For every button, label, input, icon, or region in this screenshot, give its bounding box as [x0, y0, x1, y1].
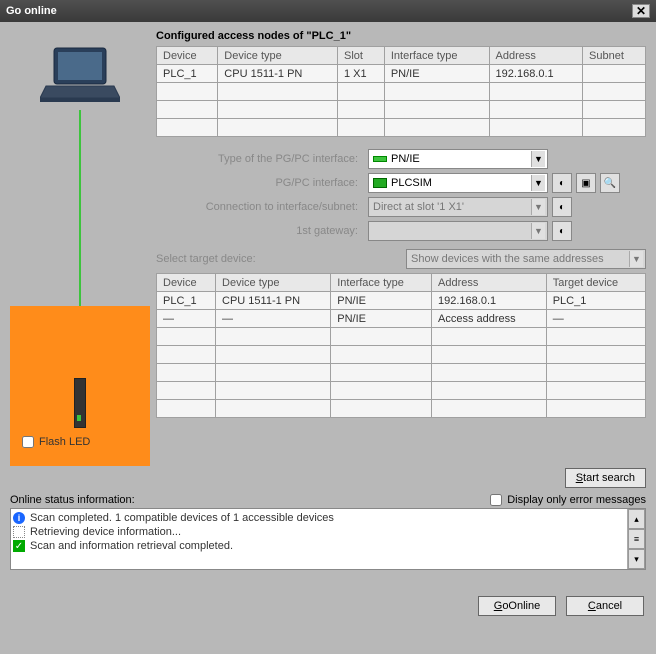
select-target-label: Select target device:	[156, 253, 256, 265]
type-interface-label: Type of the PG/PC interface:	[156, 153, 364, 165]
connection-label: Connection to interface/subnet:	[156, 201, 364, 213]
configured-nodes-label: Configured access nodes of "PLC_1"	[156, 30, 646, 42]
table-row	[157, 382, 646, 400]
th-device-type: Device type	[218, 47, 338, 65]
cancel-button[interactable]: Cancel	[566, 596, 644, 616]
flash-led-label: Flash LED	[39, 436, 90, 448]
window-title: Go online	[6, 5, 57, 17]
table-row	[157, 119, 646, 137]
go-online-button[interactable]: GoOnline	[478, 596, 556, 616]
status-list: i Scan completed. 1 compatible devices o…	[10, 508, 646, 570]
scroll-up-button[interactable]: ▴	[628, 509, 645, 529]
only-errors-input[interactable]	[490, 494, 502, 506]
table-row	[157, 364, 646, 382]
chevron-down-icon: ▼	[531, 175, 545, 191]
chevron-down-icon: ▼	[531, 151, 545, 167]
target-devices-table: Device Device type Interface type Addres…	[156, 273, 646, 418]
table-row[interactable]: PLC_1 CPU 1511-1 PN PN/IE 192.168.0.1 PL…	[157, 292, 646, 310]
th-device-type: Device type	[216, 274, 331, 292]
close-icon[interactable]: ✕	[632, 4, 650, 18]
status-label: Online status information:	[10, 494, 135, 506]
only-errors-checkbox[interactable]: Display only error messages	[490, 494, 646, 506]
refresh-icon[interactable]: ◐	[552, 221, 572, 241]
th-address: Address	[432, 274, 547, 292]
refresh-icon[interactable]: ◐	[552, 173, 572, 193]
pgpc-interface-select[interactable]: PLCSIM ▼	[368, 173, 548, 193]
gateway-label: 1st gateway:	[156, 225, 364, 237]
plcsim-icon	[373, 178, 387, 188]
check-icon: ✓	[13, 540, 25, 552]
th-device: Device	[157, 47, 218, 65]
scroll-options-button[interactable]: ≡	[628, 529, 645, 549]
title-bar: Go online ✕	[0, 0, 656, 22]
laptop-icon	[40, 46, 120, 106]
th-slot: Slot	[338, 47, 385, 65]
select-target-filter[interactable]: Show devices with the same addresses ▼	[406, 249, 646, 269]
chevron-down-icon: ▼	[531, 199, 545, 215]
only-errors-label: Display only error messages	[507, 494, 646, 506]
table-row	[157, 101, 646, 119]
table-row	[157, 328, 646, 346]
start-search-button[interactable]: Start search	[565, 468, 646, 488]
chevron-down-icon: ▼	[629, 251, 643, 267]
type-interface-select[interactable]: PN/IE ▼	[368, 149, 548, 169]
status-message: Retrieving device information...	[13, 525, 625, 539]
configured-nodes-table: Device Device type Slot Interface type A…	[156, 46, 646, 137]
table-row	[157, 346, 646, 364]
table-row	[157, 400, 646, 418]
scroll-down-button[interactable]: ▾	[628, 549, 645, 569]
th-subnet: Subnet	[583, 47, 646, 65]
properties-icon[interactable]: ▣	[576, 173, 596, 193]
refresh-icon[interactable]: ◐	[552, 197, 572, 217]
th-device: Device	[157, 274, 216, 292]
connection-line	[79, 110, 81, 306]
status-message: i Scan completed. 1 compatible devices o…	[13, 511, 625, 525]
th-address: Address	[489, 47, 582, 65]
flash-led-checkbox[interactable]: Flash LED	[22, 436, 90, 448]
chevron-down-icon: ▼	[531, 223, 545, 239]
table-row[interactable]: — — PN/IE Access address —	[157, 310, 646, 328]
flash-led-input[interactable]	[22, 436, 34, 448]
th-interface-type: Interface type	[331, 274, 432, 292]
th-target-device: Target device	[546, 274, 645, 292]
pnie-icon	[373, 156, 387, 162]
wait-icon	[13, 526, 25, 538]
table-row	[157, 83, 646, 101]
status-message: ✓ Scan and information retrieval complet…	[13, 539, 625, 553]
table-row[interactable]: PLC_1 CPU 1511-1 PN 1 X1 PN/IE 192.168.0…	[157, 65, 646, 83]
diagnostics-icon[interactable]: 🔍	[600, 173, 620, 193]
pgpc-interface-label: PG/PC interface:	[156, 177, 364, 189]
connection-select[interactable]: Direct at slot '1 X1' ▼	[368, 197, 548, 217]
target-device-panel: Flash LED	[10, 306, 150, 466]
th-interface-type: Interface type	[384, 47, 489, 65]
plc-module-icon	[74, 378, 86, 428]
info-icon: i	[13, 512, 25, 524]
gateway-select[interactable]: ▼	[368, 221, 548, 241]
